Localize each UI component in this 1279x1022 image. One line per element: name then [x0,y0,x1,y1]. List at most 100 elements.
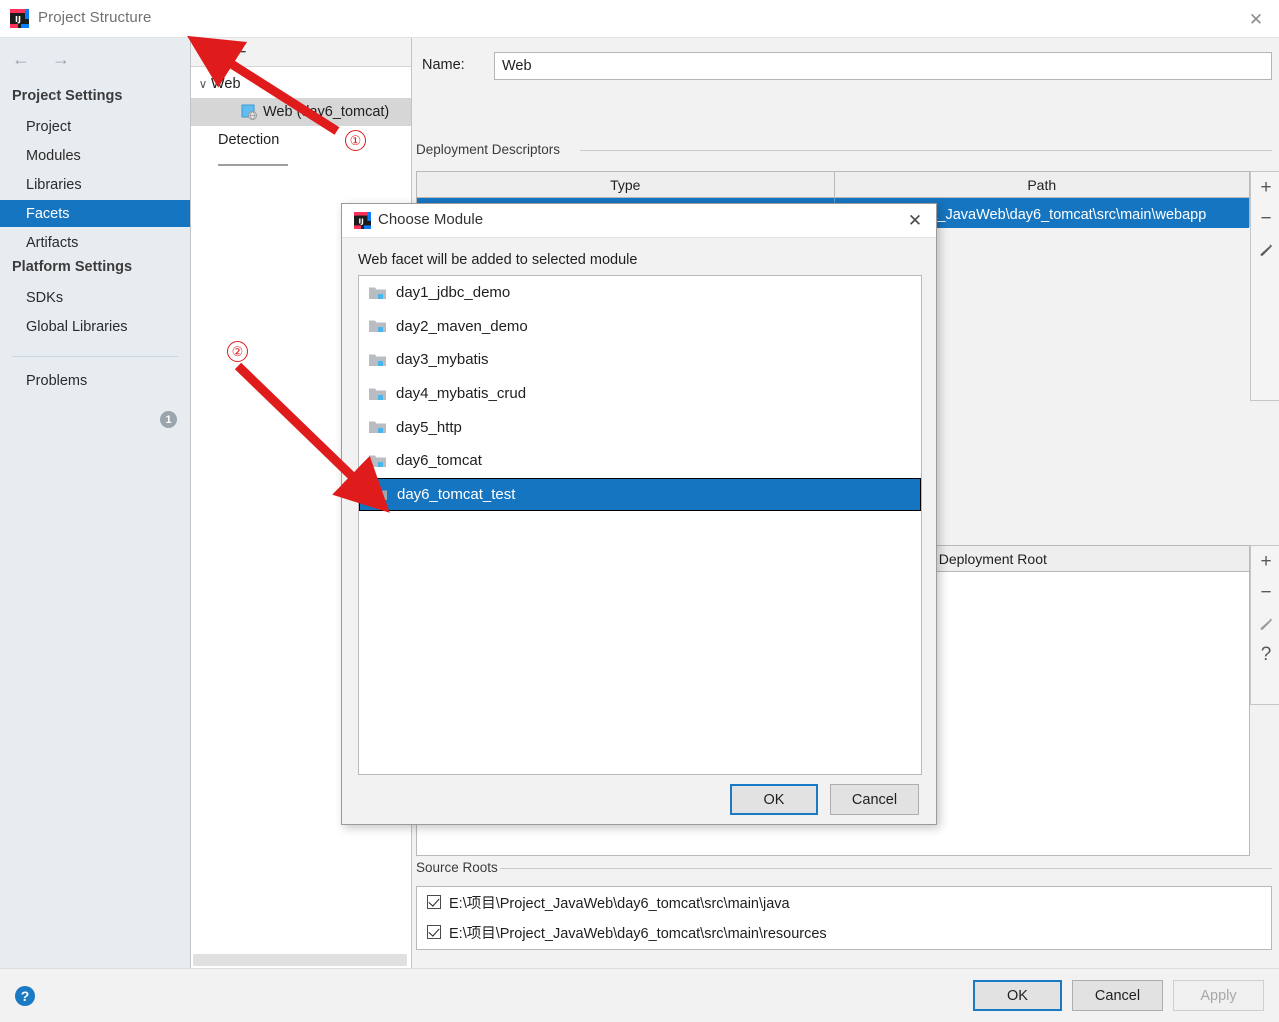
annotation-number-1: ① [345,130,366,151]
list-item[interactable]: day4_mybatis_crud [359,377,921,411]
close-icon[interactable]: ✕ [894,204,936,237]
folder-icon [369,286,386,300]
intellij-idea-icon: IJ [354,212,371,229]
sidebar-item-global-libraries[interactable]: Global Libraries [0,313,190,340]
web-resource-directories-toolbar: + − ? [1250,545,1279,705]
chevron-down-icon[interactable]: ∨ [195,77,211,91]
section-rule [580,150,1272,151]
intellij-idea-icon: IJ [10,9,29,28]
ok-button[interactable]: OK [973,980,1062,1011]
folder-icon [369,420,386,434]
cancel-button[interactable]: Cancel [1072,980,1163,1011]
title-bar: IJ Project Structure ✕ [0,0,1279,38]
modal-subtitle: Web facet will be added to selected modu… [358,252,638,268]
sidebar-group-project-settings: Project Settings [12,88,123,104]
list-item-label: day5_http [396,418,462,436]
folder-icon [369,387,386,401]
folder-icon [369,319,386,333]
list-item[interactable]: day2_maven_demo [359,310,921,344]
name-row: Name: [422,52,1272,80]
modal-selected-item[interactable]: day6_tomcat_test [359,477,921,512]
tree-toolbar: + − [191,38,411,67]
sidebar-item-label: Problems [26,372,88,389]
source-root-checkbox[interactable] [427,925,441,939]
tree-row[interactable]: Detection [191,126,411,154]
svg-text:IJ: IJ [358,217,363,226]
column-header-type[interactable]: Type [417,172,835,197]
modal-title-bar: IJ Choose Module ✕ [342,204,936,238]
name-label: Name: [422,57,465,73]
edit-pencil-icon[interactable] [1251,234,1279,265]
close-icon[interactable]: ✕ [1233,0,1279,38]
tree-remove-button[interactable]: − [229,41,253,64]
edit-pencil-icon[interactable] [1251,608,1279,639]
list-item-label: day6_tomcat_test [397,485,516,503]
tree-row-label: Web (day6_tomcat) [263,104,390,120]
folder-icon [370,487,387,501]
add-resource-button[interactable]: + [1251,546,1279,577]
nav-buttons: ← → [8,46,74,72]
deployment-descriptors-label: Deployment Descriptors [416,142,567,157]
list-item[interactable]: day6_tomcat [359,444,921,478]
tree-row[interactable]: Web (day6_tomcat) [191,98,411,126]
sidebar-item-label: SDKs [26,289,64,306]
sidebar-group-platform-settings: Platform Settings [12,259,133,275]
window-title: Project Structure [38,9,152,26]
sidebar-item-label: Global Libraries [26,318,128,335]
source-root-path: E:\项目\Project_JavaWeb\day6_tomcat\src\ma… [449,895,790,912]
modal-footer: OK Cancel [342,784,936,826]
folder-icon [369,454,386,468]
settings-sidebar: ← → Project Settings Project Modules Lib… [0,38,190,968]
modal-title: Choose Module [378,211,484,228]
choose-module-dialog: IJ Choose Module ✕ Web facet will be add… [341,203,937,825]
tree-row-label: Web [211,76,241,92]
column-header-path[interactable]: Path [835,172,1250,197]
svg-text:IJ: IJ [15,15,21,24]
list-item-label: day4_mybatis_crud [396,385,527,403]
dialog-footer: ? OK Cancel Apply [0,968,1279,1022]
tree-row[interactable]: ∨ Web [191,70,411,98]
web-facet-icon [241,104,257,120]
add-descriptor-button[interactable]: + [1251,172,1279,203]
sidebar-item-problems[interactable]: Problems [0,367,190,394]
sidebar-item-sdks[interactable]: SDKs [0,284,190,311]
problems-count-badge: 1 [160,411,177,428]
tree-row-label: Detection [218,132,280,148]
section-rule [500,868,1272,869]
apply-button[interactable]: Apply [1173,980,1264,1011]
modal-cancel-button[interactable]: Cancel [830,784,919,815]
modal-ok-button[interactable]: OK [730,784,818,815]
list-item[interactable]: day3_mybatis [359,343,921,377]
annotation-number-2: ② [227,341,248,362]
sidebar-item-libraries[interactable]: Libraries [0,171,190,198]
list-item[interactable]: day1_jdbc_demo [359,276,921,310]
source-root-checkbox[interactable] [427,895,441,909]
source-root-row[interactable]: E:\项目\Project_JavaWeb\day6_tomcat\src\ma… [417,917,1271,947]
sidebar-item-facets[interactable]: Facets [0,200,190,227]
tree-horizontal-scrollbar[interactable] [193,954,407,966]
sidebar-item-artifacts[interactable]: Artifacts [0,229,190,256]
list-item-label: day3_mybatis [396,351,489,369]
project-structure-window: IJ Project Structure ✕ ← → Project Setti… [0,0,1279,1022]
source-root-path: E:\项目\Project_JavaWeb\day6_tomcat\src\ma… [449,925,827,942]
source-roots-list[interactable]: E:\项目\Project_JavaWeb\day6_tomcat\src\ma… [416,886,1272,950]
source-root-row[interactable]: E:\项目\Project_JavaWeb\day6_tomcat\src\ma… [417,887,1271,917]
sidebar-divider [12,356,178,357]
facet-name-input[interactable] [494,52,1272,80]
help-icon[interactable]: ? [15,986,35,1006]
tree-add-button[interactable]: + [197,41,221,64]
remove-descriptor-button[interactable]: − [1251,203,1279,234]
deployment-descriptors-toolbar: + − [1250,171,1279,401]
list-item-label: day2_maven_demo [396,317,528,335]
sidebar-item-label: Modules [26,147,81,164]
arrow-right-icon[interactable]: → [48,46,74,72]
sidebar-item-label: Libraries [26,176,82,193]
sidebar-item-project[interactable]: Project [0,113,190,140]
list-item[interactable]: day5_http [359,410,921,444]
help-resource-button[interactable]: ? [1251,639,1279,670]
module-list[interactable]: day1_jdbc_demo day2_maven_demo day3_myba… [358,275,922,775]
remove-resource-button[interactable]: − [1251,577,1279,608]
sidebar-item-modules[interactable]: Modules [0,142,190,169]
arrow-left-icon[interactable]: ← [8,46,34,72]
table-header: Type Path [417,172,1249,198]
